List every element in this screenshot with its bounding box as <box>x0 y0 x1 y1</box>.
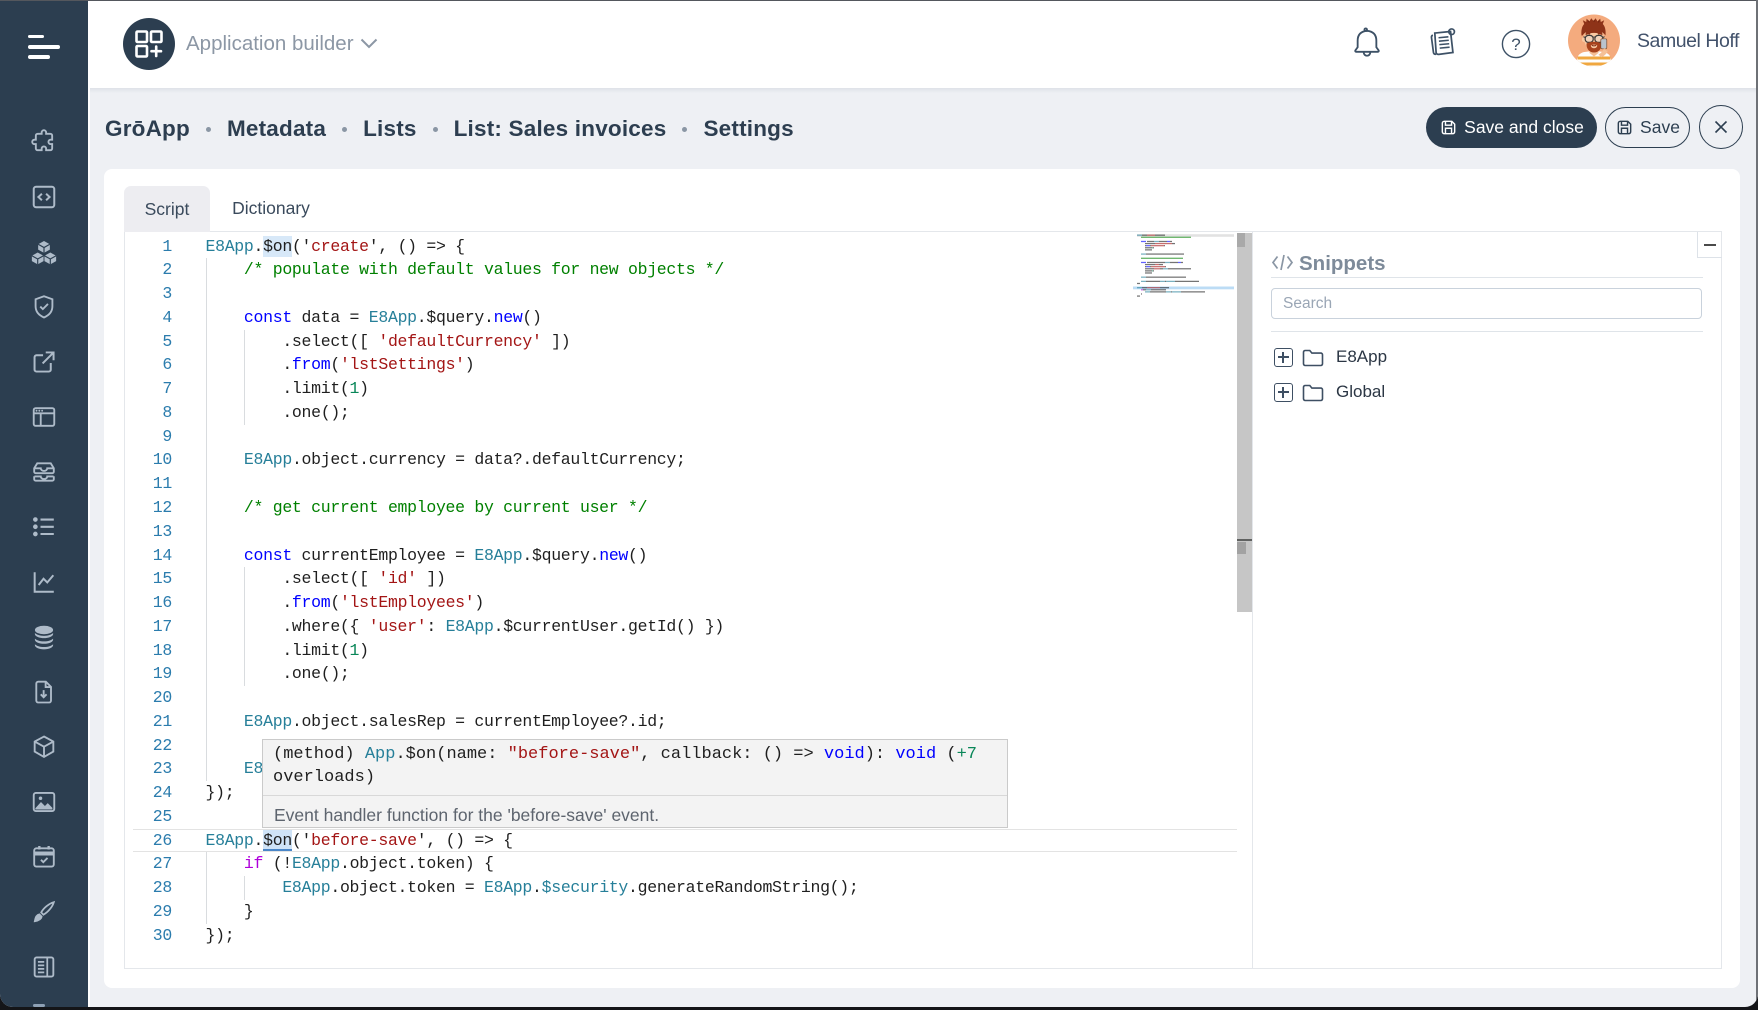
svg-text:?: ? <box>1511 35 1520 54</box>
